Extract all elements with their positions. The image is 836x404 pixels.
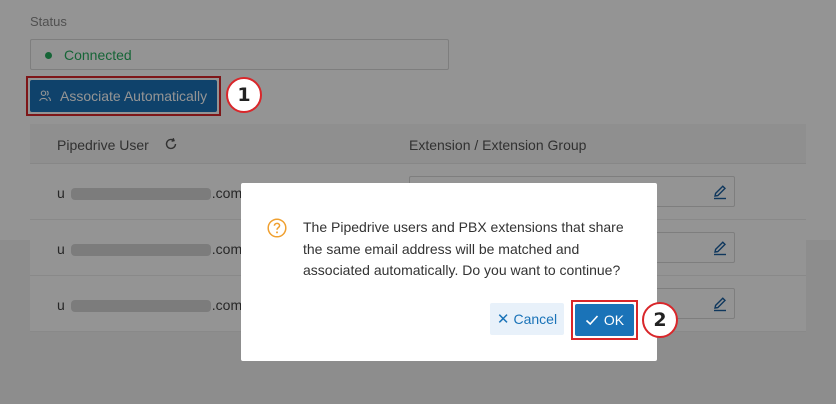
ok-button[interactable]: OK	[575, 304, 634, 336]
step-badge-2: 2	[642, 302, 678, 338]
check-icon	[585, 315, 598, 326]
step-badge-1: 1	[226, 77, 262, 113]
confirm-dialog: The Pipedrive users and PBX extensions t…	[241, 183, 657, 361]
close-icon: ✕	[496, 311, 510, 328]
ok-label: OK	[603, 312, 625, 328]
dialog-message: The Pipedrive users and PBX extensions t…	[303, 219, 624, 278]
cancel-label: Cancel	[513, 311, 558, 327]
cancel-button[interactable]: ✕ Cancel	[490, 303, 564, 335]
question-icon	[267, 218, 287, 238]
